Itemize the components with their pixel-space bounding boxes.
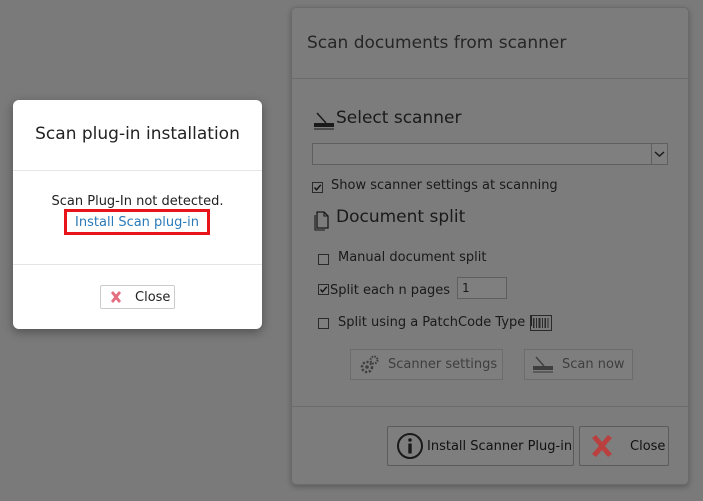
divider — [292, 406, 688, 407]
split-each-n-label: Split each n pages — [330, 283, 451, 298]
divider — [13, 170, 262, 171]
modal-title: Scan plug-in installation — [35, 124, 240, 144]
scanner-settings-label: Scanner settings — [388, 357, 498, 372]
document-pages-icon — [313, 209, 333, 235]
plugin-not-detected-message: Scan Plug-In not detected. — [51, 194, 224, 209]
install-scanner-plugin-label: Install Scanner Plug-in — [427, 438, 573, 454]
modal-close-button[interactable]: Close — [100, 285, 175, 309]
install-scanner-plugin-button[interactable]: Install Scanner Plug-in — [387, 426, 574, 466]
scanner-icon — [313, 110, 335, 136]
show-settings-label: Show scanner settings at scanning — [331, 178, 558, 193]
checkmark-icon — [313, 184, 322, 191]
main-close-label: Close — [630, 438, 666, 454]
divider — [13, 264, 262, 265]
scanner-select[interactable] — [312, 143, 668, 165]
scan-documents-dialog: Scan documents from scanner Select scann… — [291, 7, 689, 485]
dialog-title: Scan documents from scanner — [307, 33, 567, 53]
close-x-icon — [592, 435, 612, 457]
info-circle-icon — [397, 433, 423, 459]
n-pages-input[interactable]: 1 — [457, 277, 507, 299]
barcode-icon — [530, 315, 552, 335]
modal-close-label: Close — [135, 289, 171, 305]
patchcode-label: Split using a PatchCode Type I — [338, 315, 534, 330]
scan-plugin-installation-modal: Scan plug-in installation Scan Plug-In n… — [13, 100, 262, 329]
checkmark-icon — [319, 286, 328, 293]
split-each-n-checkbox[interactable] — [318, 284, 329, 295]
scan-now-button[interactable]: Scan now — [524, 349, 633, 380]
document-split-heading: Document split — [336, 207, 466, 227]
install-scan-plugin-link[interactable]: Install Scan plug-in — [64, 209, 210, 235]
scanner-settings-button[interactable]: Scanner settings — [350, 349, 503, 380]
chevron-down-icon[interactable] — [651, 144, 667, 164]
gear-icon — [360, 355, 379, 373]
scanner-icon — [533, 356, 553, 373]
install-scan-plugin-label: Install Scan plug-in — [75, 214, 199, 230]
show-settings-checkbox[interactable] — [312, 182, 323, 193]
select-scanner-heading: Select scanner — [336, 108, 462, 128]
divider — [292, 78, 688, 79]
patchcode-checkbox[interactable] — [318, 318, 329, 329]
manual-split-label: Manual document split — [338, 250, 487, 265]
close-x-icon — [111, 291, 121, 303]
scan-now-label: Scan now — [562, 357, 625, 372]
main-close-button[interactable]: Close — [579, 426, 669, 466]
manual-split-checkbox[interactable] — [318, 254, 329, 265]
